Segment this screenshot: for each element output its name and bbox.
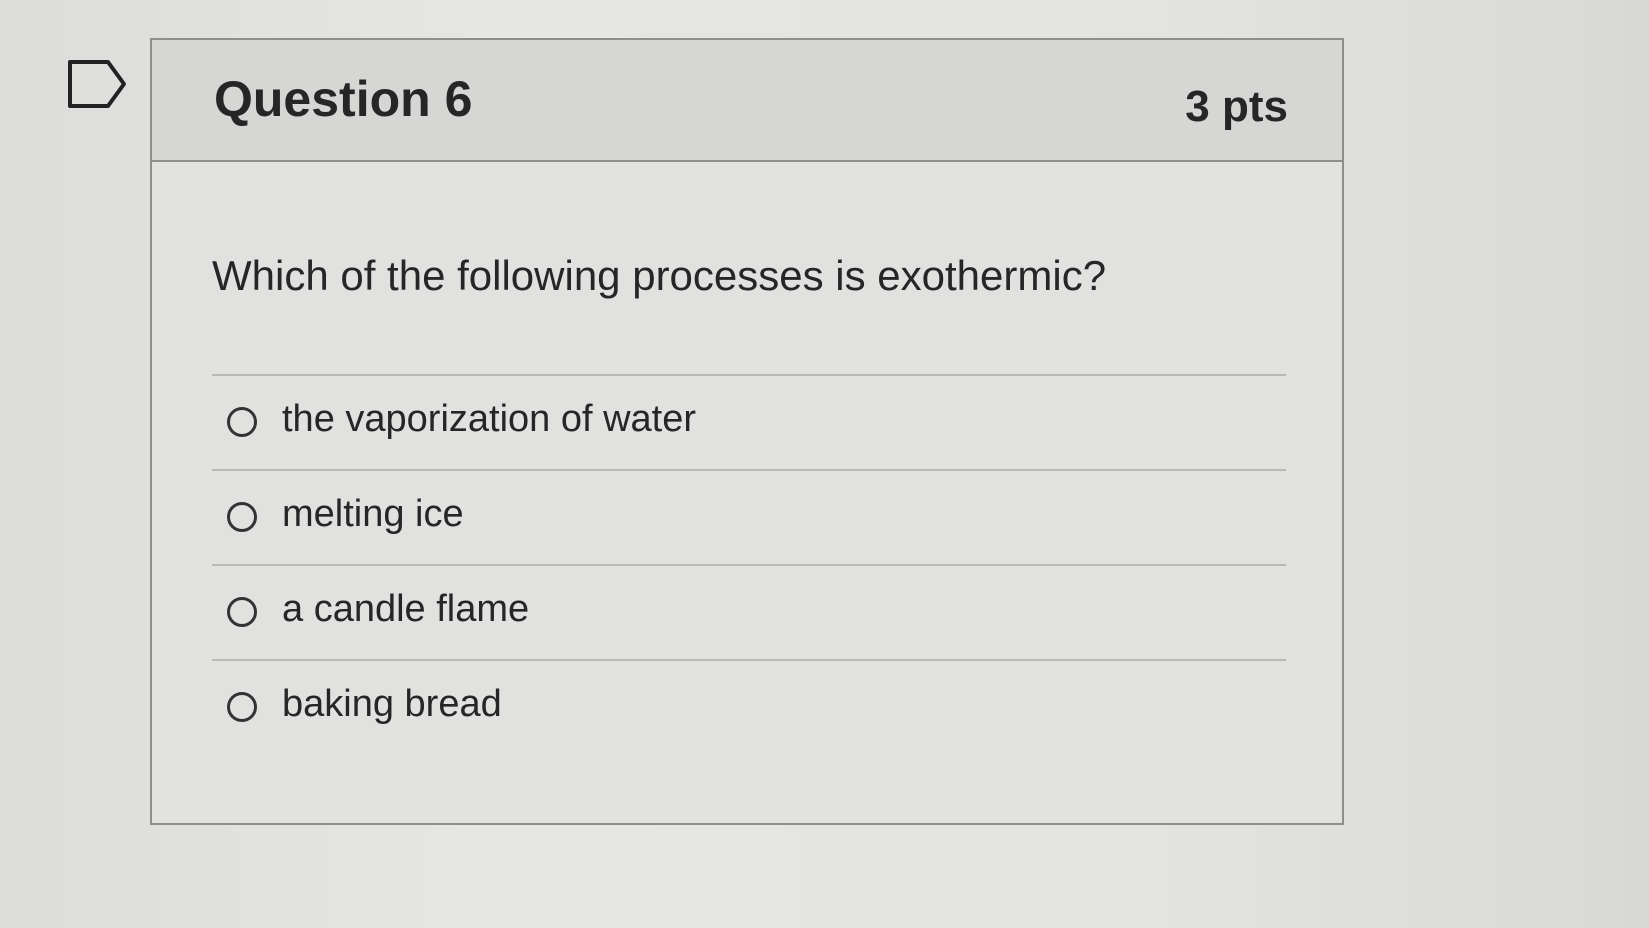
flag-outline-icon [68,60,126,108]
radio-button[interactable] [227,692,257,722]
question-points: 3 pts [1185,82,1288,131]
answer-list: the vaporization of water melting ice a … [212,374,1286,756]
radio-button[interactable] [227,502,257,532]
answer-option[interactable]: the vaporization of water [212,376,1286,471]
answer-label: the vaporization of water [282,398,697,440]
answer-label: a candle flame [282,588,530,630]
radio-button[interactable] [227,597,257,627]
question-card: Question 6 3 pts Which of the following … [150,38,1344,825]
answer-option[interactable]: melting ice [212,471,1286,566]
question-title: Question 6 [214,71,473,127]
answer-option[interactable]: a candle flame [212,566,1286,661]
answer-label: melting ice [282,493,464,535]
answer-label: baking bread [282,683,502,725]
radio-button[interactable] [227,407,257,437]
question-header: Question 6 3 pts [152,40,1342,162]
question-prompt: Which of the following processes is exot… [212,252,1107,299]
flag-icon[interactable] [68,60,130,108]
answer-option[interactable]: baking bread [212,661,1286,756]
